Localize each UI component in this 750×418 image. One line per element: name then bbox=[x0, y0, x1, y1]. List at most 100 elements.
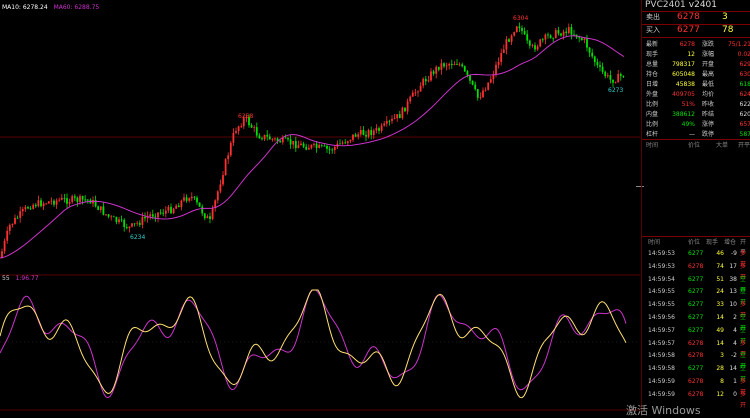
quote-label: 昨收 bbox=[702, 101, 715, 108]
sell-volume: 3 bbox=[722, 12, 728, 22]
candle-body bbox=[609, 75, 612, 80]
quote-value: 409705 bbox=[672, 91, 695, 98]
candle-body bbox=[534, 45, 536, 50]
candle-body bbox=[133, 223, 136, 225]
candle-body bbox=[549, 35, 552, 38]
low-price-mark: 6234 bbox=[130, 234, 146, 241]
candle-body bbox=[617, 73, 620, 83]
candle-body bbox=[42, 203, 45, 207]
tick-change: 1 bbox=[733, 378, 737, 385]
candle-body bbox=[619, 73, 622, 76]
tick-time: 14:59:53 bbox=[648, 262, 675, 270]
candle-body bbox=[183, 197, 185, 201]
sell-row[interactable]: 卖出 6278 3 bbox=[642, 11, 750, 24]
tick-time: 14:59:54 bbox=[648, 275, 675, 283]
candle-body bbox=[102, 206, 105, 215]
candle-body bbox=[289, 139, 292, 145]
candle-body bbox=[497, 61, 500, 65]
chart-area[interactable]: MA10: 6278.24 MA60: 6288.75 6304 6258 62… bbox=[0, 0, 644, 415]
candle-body bbox=[541, 39, 544, 41]
tick-row[interactable]: 14:59:53 6278 74 17 多开 bbox=[642, 261, 750, 281]
candle-body bbox=[45, 203, 48, 205]
candle-body bbox=[198, 202, 201, 207]
candle-body bbox=[422, 78, 425, 86]
candle-body bbox=[107, 214, 110, 217]
candle-body bbox=[58, 199, 61, 201]
quote-label: 昨结 bbox=[702, 111, 715, 118]
tick-change: 38 bbox=[729, 275, 737, 283]
candle-body bbox=[263, 134, 266, 140]
candle-body bbox=[344, 142, 347, 144]
candle-body bbox=[53, 200, 55, 205]
candle-body bbox=[435, 66, 438, 74]
tick-change: 4 bbox=[733, 339, 737, 347]
candle-body bbox=[427, 80, 430, 82]
tick-time: 14:59:56 bbox=[648, 314, 675, 321]
ma-legend: MA10: 6278.24 MA60: 6288.75 bbox=[2, 4, 103, 11]
candle-body bbox=[84, 199, 87, 201]
candle-body bbox=[229, 142, 232, 156]
candle-body bbox=[471, 80, 474, 85]
quote-value: 618 bbox=[739, 81, 750, 88]
price-chart[interactable] bbox=[0, 0, 640, 415]
tick-row[interactable]: 14:59:59 6278 8 1 多开 bbox=[642, 376, 750, 396]
candle-body bbox=[115, 216, 118, 223]
candle-body bbox=[401, 107, 404, 119]
candle-body bbox=[318, 144, 321, 149]
candle-body bbox=[406, 101, 409, 112]
tick-volume: 28 bbox=[716, 365, 724, 373]
quote-label: 涨幅 bbox=[702, 51, 715, 58]
tick-time: 14:59:59 bbox=[648, 378, 675, 385]
candle-body bbox=[185, 197, 188, 201]
tick-volume: 14 bbox=[716, 314, 724, 321]
tick-row[interactable]: 14:59:58 6277 28 14 空开 bbox=[642, 363, 750, 383]
tick-change: 0 bbox=[733, 390, 737, 398]
candle-body bbox=[409, 96, 412, 102]
quote-value: 624 bbox=[739, 91, 750, 98]
tick-row[interactable]: 14:59:55 6277 24 13 空开 bbox=[642, 286, 750, 306]
tick-change: 17 bbox=[729, 262, 737, 270]
candle-body bbox=[40, 200, 42, 207]
tick-row[interactable]: 14:59:57 6278 14 4 多开 bbox=[642, 338, 750, 358]
candle-body bbox=[118, 219, 120, 223]
candle-body bbox=[443, 63, 445, 67]
candle-body bbox=[458, 64, 461, 66]
quote-row: 杠杆 — 跌停 587 bbox=[642, 130, 750, 139]
candle-body bbox=[164, 210, 167, 214]
quote-label: 持仓 bbox=[646, 71, 659, 78]
candle-body bbox=[500, 53, 503, 62]
tick-row[interactable]: 14:59:58 6278 3 -2 空开 bbox=[642, 350, 750, 370]
candle-body bbox=[440, 63, 443, 70]
candle-body bbox=[521, 28, 523, 32]
tick-row[interactable]: 14:59:56 6277 14 2 空开 bbox=[642, 312, 750, 332]
indicator-right-label: 1:96.77 bbox=[15, 275, 39, 282]
candle-body bbox=[599, 65, 601, 67]
candle-body bbox=[201, 206, 204, 214]
candle-body bbox=[513, 32, 516, 36]
candle-body bbox=[430, 71, 432, 81]
tick-row[interactable]: 14:59:54 6277 51 38 空开 bbox=[642, 274, 750, 294]
tick-row[interactable]: 14:59:59 6278 12 0 多开 bbox=[642, 389, 750, 409]
candle-body bbox=[71, 196, 74, 202]
candle-body bbox=[47, 201, 50, 204]
candle-body bbox=[502, 49, 505, 54]
candle-body bbox=[253, 127, 256, 128]
tick-header: 时间 价位 现手 增仓 开平 bbox=[642, 238, 750, 256]
candle-body bbox=[352, 134, 354, 140]
candle-body bbox=[383, 123, 386, 126]
candle-body bbox=[604, 71, 607, 77]
tick-row[interactable]: 14:59:57 6277 49 4 空开 bbox=[642, 325, 750, 345]
candle-body bbox=[469, 75, 471, 81]
candle-body bbox=[339, 143, 341, 145]
candle-body bbox=[50, 200, 53, 202]
candle-body bbox=[365, 134, 367, 137]
candle-body bbox=[346, 141, 349, 144]
candle-body bbox=[396, 114, 399, 119]
tick-row[interactable]: 14:59:53 6277 46 -9 多开 bbox=[642, 248, 750, 268]
tick-row[interactable]: 14:59:55 6277 33 10 多开 bbox=[642, 299, 750, 319]
tick-time: 14:59:57 bbox=[648, 326, 675, 334]
candle-body bbox=[76, 197, 79, 202]
quote-row: 比例 51% 昨收 622 bbox=[642, 100, 750, 109]
sell-price: 6278 bbox=[677, 12, 700, 22]
mid-price-mark: 6258 bbox=[238, 113, 254, 120]
